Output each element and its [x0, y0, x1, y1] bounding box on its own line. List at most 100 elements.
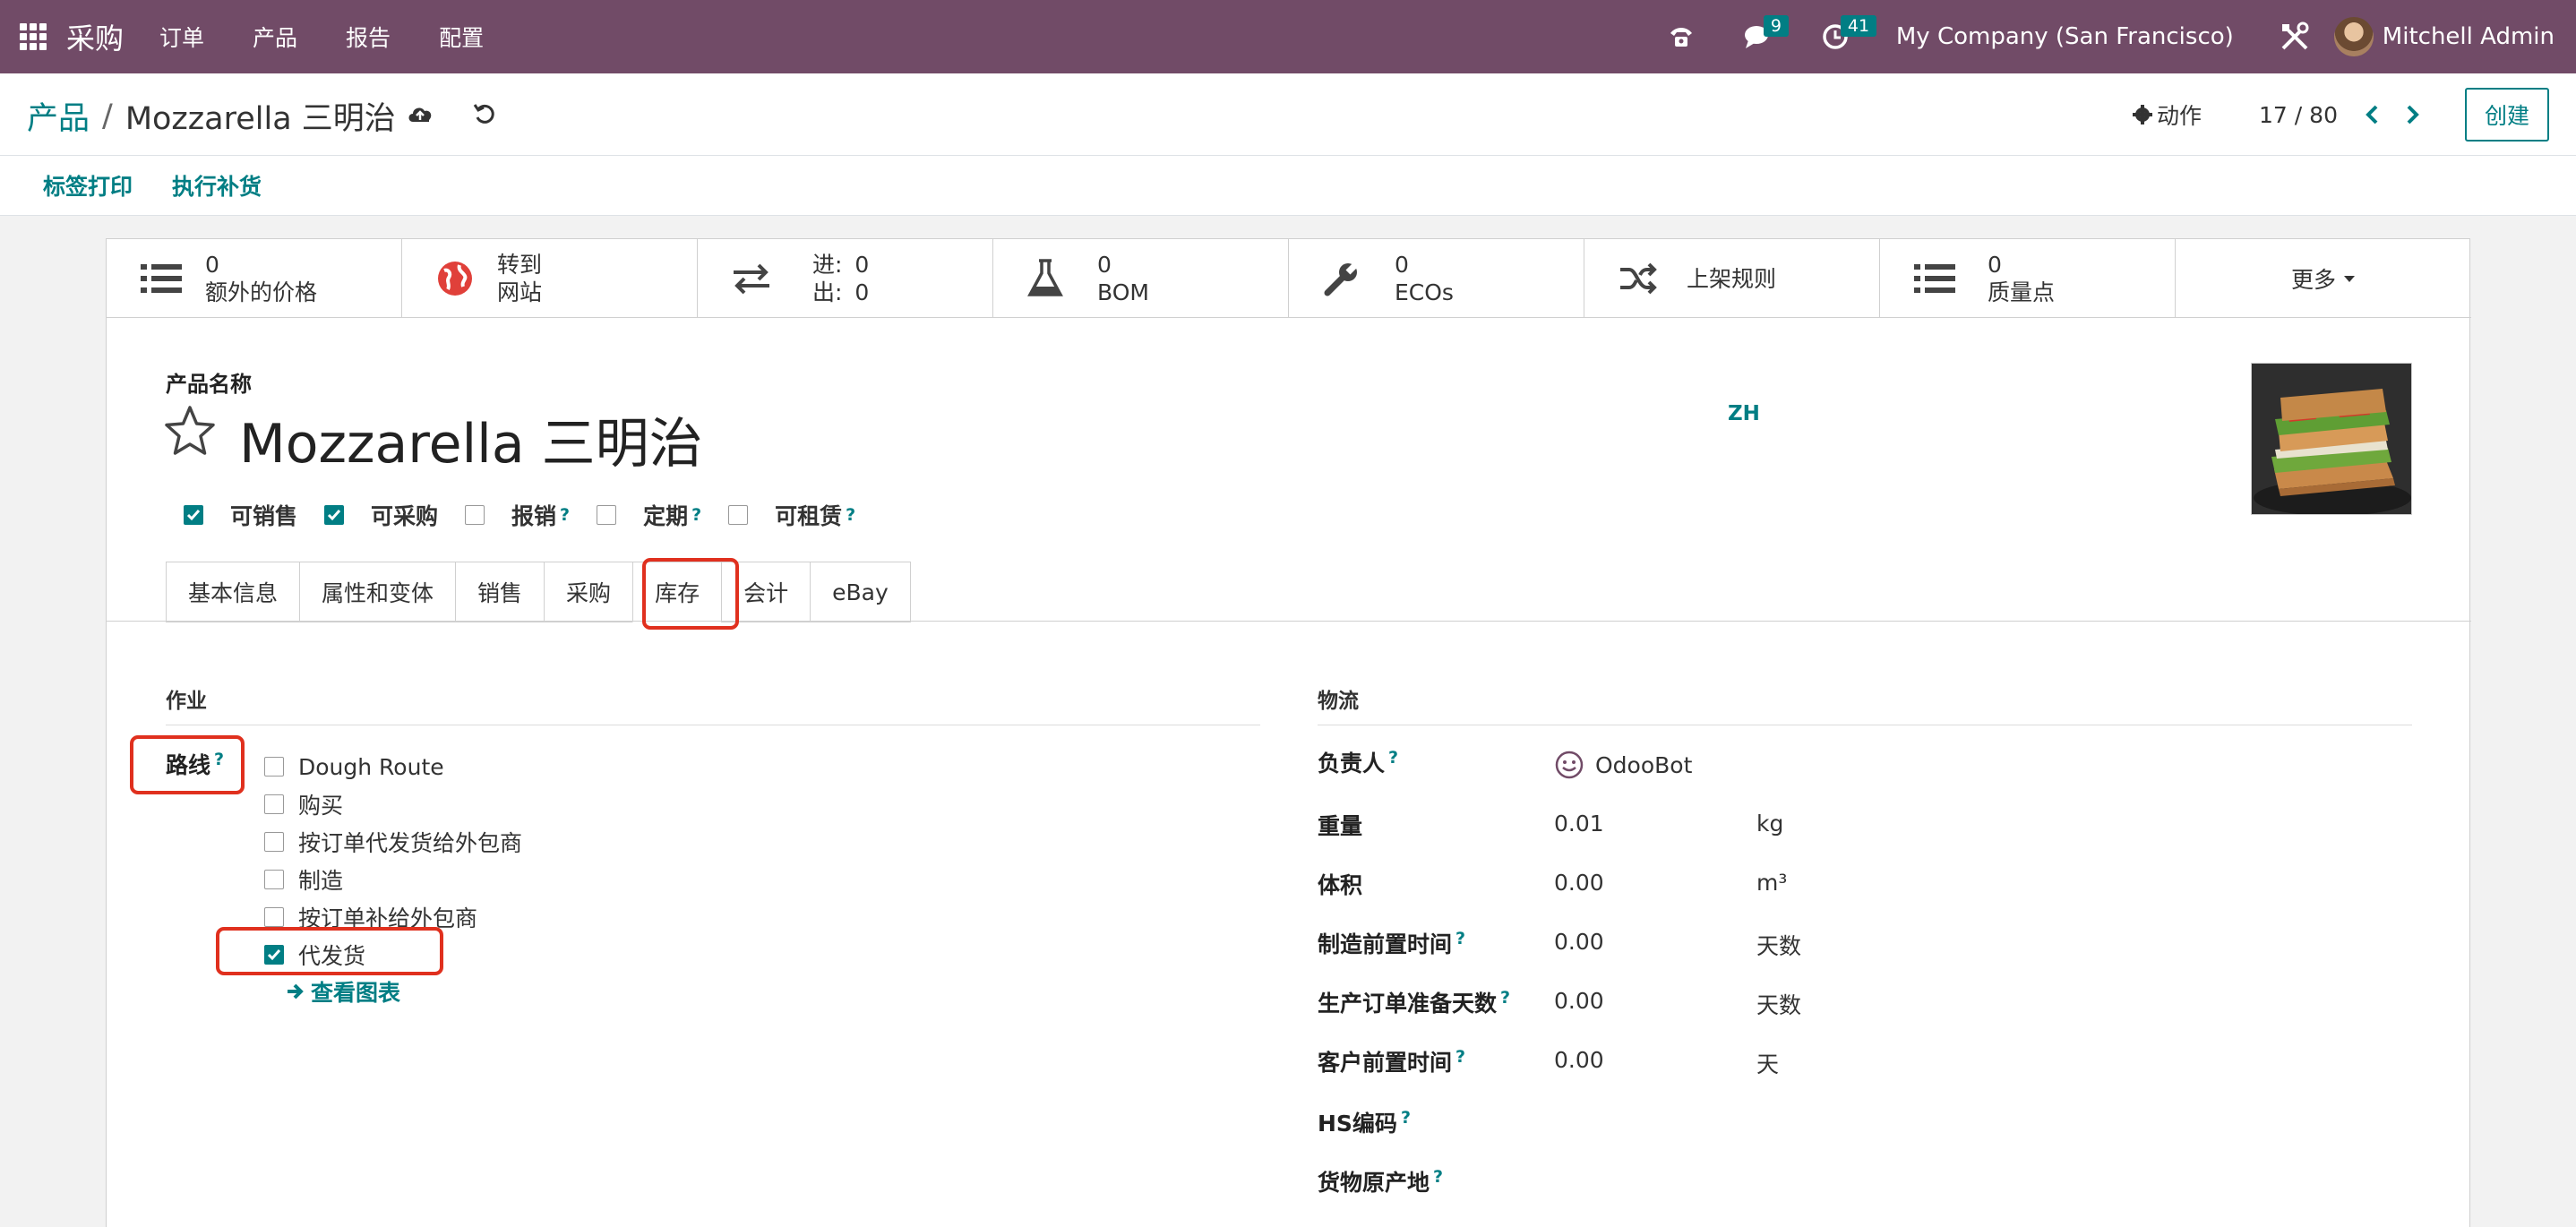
help-tooltip-icon[interactable]: ?: [1433, 1167, 1443, 1187]
help-tooltip-icon[interactable]: ?: [846, 505, 855, 525]
checkbox-empty-icon[interactable]: [264, 832, 284, 852]
flag-label: 可销售: [230, 503, 298, 529]
checkbox-empty-icon[interactable]: [264, 757, 284, 777]
highlight-inventory-tab: [642, 558, 739, 630]
route-buy[interactable]: 购买: [264, 785, 522, 823]
action-menu-button[interactable]: 动作: [2132, 99, 2202, 131]
checkbox-empty-icon[interactable]: [597, 505, 617, 525]
bom-count: 0: [1097, 252, 1112, 278]
menu-reporting[interactable]: 报告: [346, 21, 391, 53]
route-dropship-subcontractor[interactable]: 按订单代发货给外包商: [264, 823, 522, 861]
route-manufacture[interactable]: 制造: [264, 861, 522, 898]
favorite-star-icon[interactable]: [162, 404, 218, 458]
ecos-button[interactable]: 0 ECOs: [1289, 239, 1584, 318]
flag-can-be-purchased[interactable]: 可采购: [324, 499, 438, 531]
weight-label: 重量: [1318, 813, 1363, 839]
checkbox-empty-icon[interactable]: [264, 907, 284, 927]
responsible-field[interactable]: OdooBot: [1554, 750, 1692, 780]
breadcrumb-current: Mozzarella 三明治: [125, 101, 396, 137]
pager-previous-icon[interactable]: [2359, 101, 2386, 128]
quality-label: 质量点: [1988, 279, 2056, 305]
customer-lead-label: 客户前置时间?: [1318, 1046, 1466, 1076]
menu-products[interactable]: 产品: [253, 21, 297, 53]
replenish-button[interactable]: 执行补货: [172, 169, 262, 202]
bom-button[interactable]: 0 BOM: [993, 239, 1289, 318]
in-out-moves-button[interactable]: 进: 0 出: 0: [698, 239, 993, 318]
quality-points-button[interactable]: 0 质量点: [1880, 239, 2176, 318]
menu-orders[interactable]: 订单: [159, 21, 204, 53]
tab-ebay[interactable]: eBay: [810, 562, 911, 622]
user-avatar[interactable]: [2333, 17, 2374, 56]
checkbox-empty-icon[interactable]: [728, 505, 749, 525]
tab-general-info[interactable]: 基本信息: [166, 562, 300, 622]
flag-can-be-sold[interactable]: 可销售: [184, 499, 297, 531]
checkbox-empty-icon[interactable]: [264, 794, 284, 814]
flag-recurring[interactable]: 定期?: [597, 499, 701, 531]
debug-tools-icon[interactable]: [2279, 21, 2311, 53]
activities-badge: 41: [1840, 15, 1877, 37]
manufacturing-lead-unit: 天数: [1756, 933, 1802, 959]
activities-icon[interactable]: 41: [1819, 15, 1877, 53]
more-label: 更多: [2290, 267, 2336, 293]
help-tooltip-icon[interactable]: ?: [1455, 1047, 1465, 1067]
help-tooltip-icon[interactable]: ?: [1455, 929, 1465, 948]
smart-button-box: 0 额外的价格 转到 网站 进: 0 出: 0 0 BOM 0 ECOs 上架规则: [107, 239, 2471, 318]
help-tooltip-icon[interactable]: ?: [560, 505, 570, 525]
app-grid-icon[interactable]: [20, 23, 47, 50]
top-navbar: 采购 订单 产品 报告 配置 9 41 My Company (San Fran…: [0, 0, 2576, 73]
pager-value[interactable]: 17 / 80: [2259, 102, 2338, 128]
customer-lead-input[interactable]: 0.00: [1554, 1047, 1604, 1073]
help-tooltip-icon[interactable]: ?: [691, 505, 701, 525]
go-to-website-button[interactable]: 转到 网站: [402, 239, 698, 318]
breadcrumb-products[interactable]: 产品: [27, 93, 90, 139]
extra-prices-button[interactable]: 0 额外的价格: [107, 239, 402, 318]
checkbox-checked-icon[interactable]: [184, 505, 203, 525]
tab-sales[interactable]: 销售: [455, 562, 545, 622]
translate-language-button[interactable]: ZH: [1728, 402, 1760, 425]
save-cloud-icon[interactable]: [405, 99, 435, 129]
phone-icon[interactable]: [1665, 21, 1697, 53]
help-tooltip-icon[interactable]: ?: [1500, 988, 1510, 1008]
customer-lead-unit: 天: [1756, 1051, 1780, 1077]
company-switcher[interactable]: My Company (San Francisco): [1896, 23, 2234, 50]
discard-undo-icon[interactable]: [469, 99, 500, 129]
flag-can-be-expensed[interactable]: 报销?: [465, 499, 570, 531]
weight-unit: kg: [1756, 811, 1784, 837]
product-name-input[interactable]: Mozzarella 三明治: [239, 400, 703, 478]
production-prep-label: 生产订单准备天数?: [1318, 987, 1511, 1017]
checkbox-empty-icon[interactable]: [465, 505, 485, 525]
pager-next-icon[interactable]: [2399, 101, 2426, 128]
product-image[interactable]: [2251, 363, 2412, 515]
checkbox-checked-icon[interactable]: [324, 505, 345, 525]
messages-icon[interactable]: 9: [1742, 15, 1789, 53]
help-tooltip-icon[interactable]: ?: [1388, 748, 1398, 768]
product-name-label: 产品名称: [166, 372, 252, 397]
checkbox-empty-icon[interactable]: [264, 870, 284, 889]
tab-purchase[interactable]: 采购: [544, 562, 633, 622]
flag-label: 可采购: [371, 503, 439, 529]
view-diagram-link[interactable]: 查看图表: [286, 975, 400, 1008]
flag-can-be-rented[interactable]: 可租赁?: [728, 499, 855, 531]
putaway-rules-button[interactable]: 上架规则: [1584, 239, 1880, 318]
manufacturing-lead-input[interactable]: 0.00: [1554, 929, 1604, 955]
user-menu[interactable]: Mitchell Admin: [2383, 23, 2555, 50]
more-button[interactable]: 更多: [2176, 239, 2471, 318]
wrench-icon: [1324, 260, 1361, 296]
weight-input[interactable]: 0.01: [1554, 811, 1604, 837]
action-label: 动作: [2157, 103, 2202, 129]
create-button[interactable]: 创建: [2464, 88, 2549, 142]
notebook-tabs: 基本信息 属性和变体 销售 采购 库存 会计 eBay: [166, 562, 911, 622]
volume-input[interactable]: 0.00: [1554, 870, 1604, 896]
ecos-count: 0: [1395, 252, 1409, 278]
route-dough[interactable]: Dough Route: [264, 748, 522, 785]
print-labels-button[interactable]: 标签打印: [43, 169, 133, 202]
bom-label: BOM: [1097, 279, 1149, 305]
app-name[interactable]: 采购: [66, 16, 124, 57]
tab-attributes-variants[interactable]: 属性和变体: [299, 562, 456, 622]
breadcrumb: 产品 / Mozzarella 三明治: [27, 93, 396, 139]
help-tooltip-icon[interactable]: ?: [1401, 1108, 1411, 1128]
menu-configuration[interactable]: 配置: [439, 21, 484, 53]
gear-icon: [2133, 105, 2153, 124]
production-prep-input[interactable]: 0.00: [1554, 988, 1604, 1014]
product-flags: 可销售 可采购 报销? 定期? 可租赁?: [184, 499, 882, 531]
